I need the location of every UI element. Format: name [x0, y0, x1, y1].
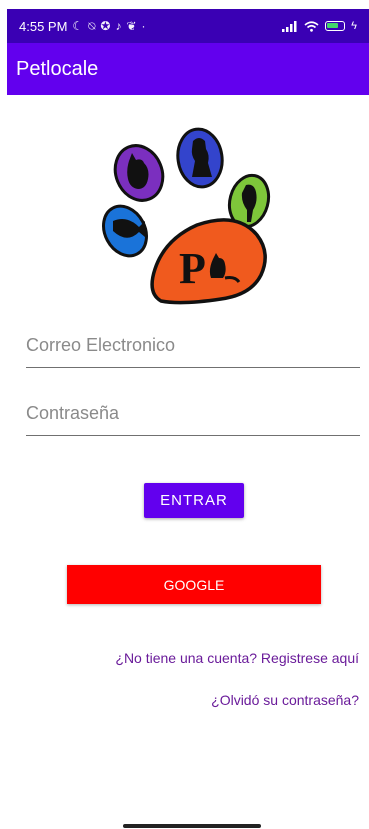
status-bar: 4:55 PM ☾ ⍉ ✪ ♪ ❦ · ϟ: [7, 9, 369, 43]
home-indicator[interactable]: [123, 824, 261, 828]
app-title: Petlocale: [16, 57, 99, 80]
paw-logo: P: [102, 127, 271, 305]
register-link[interactable]: ¿No tiene una cuenta? Registrese aquí: [115, 650, 359, 666]
google-signin-button[interactable]: GOOGLE: [67, 565, 321, 604]
hub-icon: ✪: [100, 19, 111, 33]
status-time: 4:55 PM: [19, 18, 68, 34]
tiktok-icon: ♪: [115, 19, 122, 33]
moon-icon: ☾: [72, 19, 84, 33]
email-field[interactable]: [26, 328, 360, 368]
charging-icon: ϟ: [351, 20, 357, 32]
wifi-icon: [304, 20, 319, 32]
password-field[interactable]: [26, 396, 360, 436]
status-left: 4:55 PM ☾ ⍉ ✪ ♪ ❦ ·: [19, 19, 146, 34]
signal-icon: [282, 20, 297, 32]
status-right: ϟ: [282, 20, 357, 32]
mute-icon: ⍉: [88, 18, 96, 33]
svg-text:P: P: [179, 244, 206, 293]
battery-icon: [325, 21, 346, 31]
twitter-icon: ❦: [126, 19, 137, 33]
paw-main-pad: [150, 218, 267, 305]
forgot-password-link[interactable]: ¿Olvidó su contraseña?: [211, 692, 359, 708]
app-screen: 4:55 PM ☾ ⍉ ✪ ♪ ❦ · ϟ Petlocale P Correo…: [7, 9, 369, 829]
login-button[interactable]: ENTRAR: [144, 483, 244, 518]
more-dot-icon: ·: [141, 19, 146, 33]
app-bar: Petlocale: [7, 43, 369, 95]
